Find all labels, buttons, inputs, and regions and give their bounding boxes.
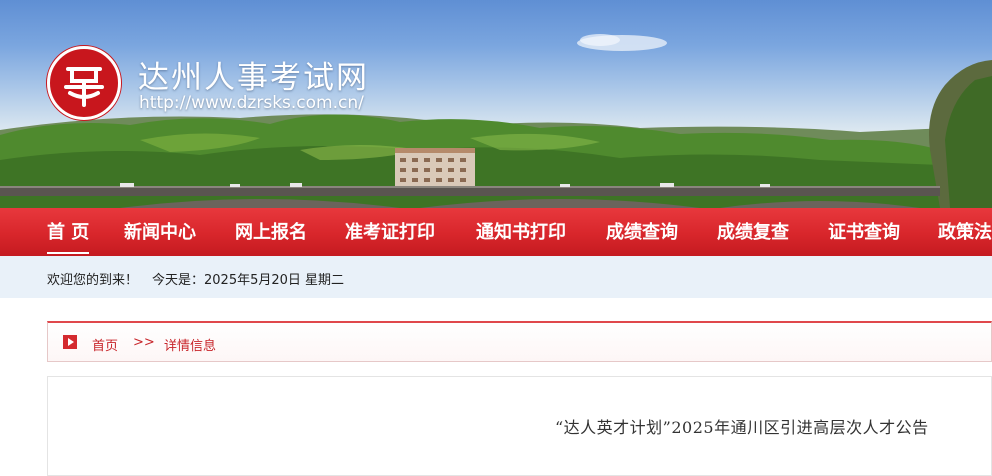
main-nav: 首 页 新闻中心 网上报名 准考证打印 通知书打印 成绩查询 成绩复查 证书查询… — [0, 208, 992, 256]
welcome-greeting: 欢迎您的到来！ — [47, 273, 139, 288]
article-panel: “达人英才计划”2025年通川区引进高层次人才公告 — [47, 376, 992, 476]
today-date: 今天是：2025年5月20日 星期二 — [152, 273, 345, 288]
nav-item-admission-ticket[interactable]: 准考证打印 — [345, 218, 435, 244]
nav-item-policy[interactable]: 政策法 — [938, 218, 992, 244]
breadcrumb-current: 详情信息 — [164, 339, 217, 354]
play-arrow-icon — [63, 335, 77, 349]
nav-item-online-registration[interactable]: 网上报名 — [235, 218, 307, 244]
nav-item-notice-print[interactable]: 通知书打印 — [476, 218, 566, 244]
nav-item-score-query[interactable]: 成绩查询 — [606, 218, 678, 244]
breadcrumb-home[interactable]: 首页 — [92, 335, 118, 354]
breadcrumb-separator: >> — [133, 335, 155, 350]
nav-item-home[interactable]: 首 页 — [47, 218, 90, 254]
header-banner: 达州人事考试网 http://www.dzrsks.com.cn/ — [0, 0, 992, 208]
article-title: “达人英才计划”2025年通川区引进高层次人才公告 — [555, 418, 929, 437]
nav-item-news[interactable]: 新闻中心 — [124, 218, 196, 244]
welcome-bar: 欢迎您的到来！ 今天是：2025年5月20日 星期二 — [0, 256, 992, 298]
breadcrumb: 首页 >> 详情信息 — [47, 321, 992, 362]
nav-item-score-review[interactable]: 成绩复查 — [717, 218, 789, 244]
site-url: http://www.dzrsks.com.cn/ — [139, 93, 364, 113]
seal-logo-icon[interactable] — [47, 46, 121, 120]
site-title: 达州人事考试网 — [138, 60, 369, 96]
nav-item-certificate-query[interactable]: 证书查询 — [828, 218, 900, 244]
